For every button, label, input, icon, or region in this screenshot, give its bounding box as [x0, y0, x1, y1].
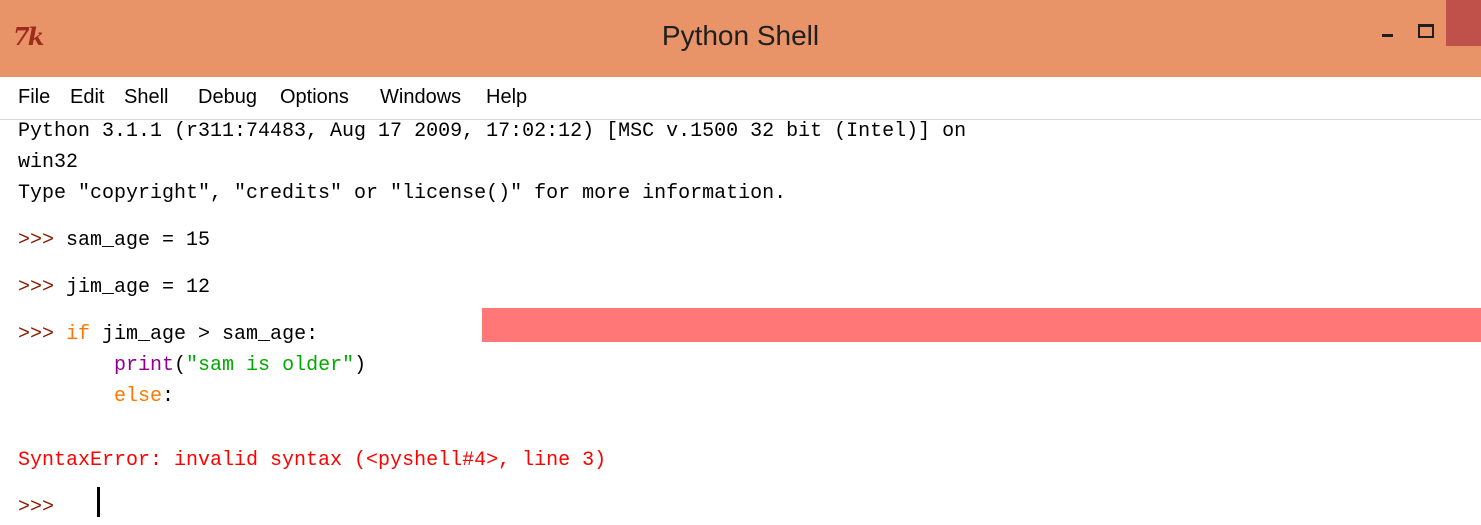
input-line: else: — [18, 381, 174, 412]
menu-file[interactable]: File — [18, 86, 50, 109]
shell-prompt: >>> — [18, 276, 67, 299]
input-line: >>> jim_age = 12 — [18, 272, 210, 303]
menu-debug[interactable]: Debug — [198, 86, 257, 109]
menu-shell[interactable]: Shell — [124, 86, 168, 109]
keyword-if: if — [66, 323, 91, 346]
code-text: ) — [354, 354, 367, 377]
banner-line: Type "copyright", "credits" or "license(… — [18, 182, 787, 205]
input-line: >>> sam_age = 15 — [18, 225, 210, 256]
menu-edit[interactable]: Edit — [70, 86, 104, 109]
title-bar[interactable]: 7k Python Shell — [0, 0, 1481, 77]
minimize-button[interactable] — [1366, 10, 1408, 50]
menu-help[interactable]: Help — [486, 86, 527, 109]
builtin-print: print — [114, 354, 175, 377]
shell-prompt: >>> — [18, 323, 67, 346]
shell-prompt: >>> — [18, 496, 67, 519]
keyword-else: else — [114, 385, 163, 408]
window-title: Python Shell — [661, 20, 820, 51]
banner-line: win32 — [18, 151, 79, 174]
code-text: : — [162, 385, 175, 408]
code-text: ( — [174, 354, 187, 377]
menu-bar: File Edit Shell Debug Options Windows He… — [0, 77, 1481, 119]
error-highlight — [482, 308, 1481, 342]
shell-text-area[interactable]: Python 3.1.1 (r311:74483, Aug 17 2009, 1… — [0, 120, 1481, 525]
code-text: jim_age = 12 — [66, 276, 211, 299]
current-input-line[interactable]: >>> — [18, 492, 66, 523]
maximize-button[interactable] — [1408, 10, 1444, 50]
close-button[interactable] — [1446, 0, 1481, 46]
shell-prompt: >>> — [18, 229, 67, 252]
input-line: print("sam is older") — [18, 350, 366, 381]
string-literal: "sam is older" — [186, 354, 355, 377]
code-text: sam_age = 15 — [66, 229, 211, 252]
input-line: >>> if jim_age > sam_age: — [18, 319, 318, 350]
text-cursor — [97, 487, 100, 517]
banner-line: Python 3.1.1 (r311:74483, Aug 17 2009, 1… — [18, 120, 967, 143]
error-message: SyntaxError: invalid syntax (<pyshell#4>… — [18, 449, 607, 472]
code-text: jim_age > sam_age: — [90, 323, 319, 346]
menu-windows[interactable]: Windows — [380, 86, 461, 109]
menu-options[interactable]: Options — [280, 86, 349, 109]
